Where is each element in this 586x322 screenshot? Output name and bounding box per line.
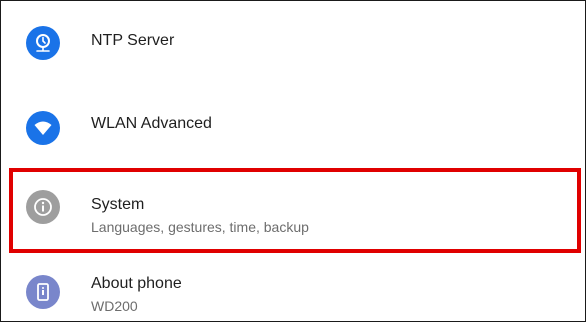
phone-icon: [26, 275, 60, 309]
settings-item-title: System: [91, 196, 145, 213]
settings-item-system[interactable]: System Languages, gestures, time, backup: [1, 169, 585, 245]
settings-item-title: About phone: [91, 275, 182, 292]
info-icon: [26, 190, 60, 224]
clock-icon: [26, 26, 60, 60]
wifi-icon: [26, 111, 60, 145]
settings-item-title: WLAN Advanced: [91, 115, 212, 132]
settings-list: NTP Server WLAN Advanced System Language…: [0, 0, 586, 322]
settings-item-ntp-server[interactable]: NTP Server: [1, 1, 585, 83]
settings-item-about-phone[interactable]: About phone WD200: [1, 253, 585, 321]
settings-item-wlan-advanced[interactable]: WLAN Advanced: [1, 83, 585, 166]
settings-item-subtitle: WD200: [91, 298, 138, 314]
settings-item-subtitle: Languages, gestures, time, backup: [91, 219, 309, 235]
settings-item-title: NTP Server: [91, 32, 175, 49]
